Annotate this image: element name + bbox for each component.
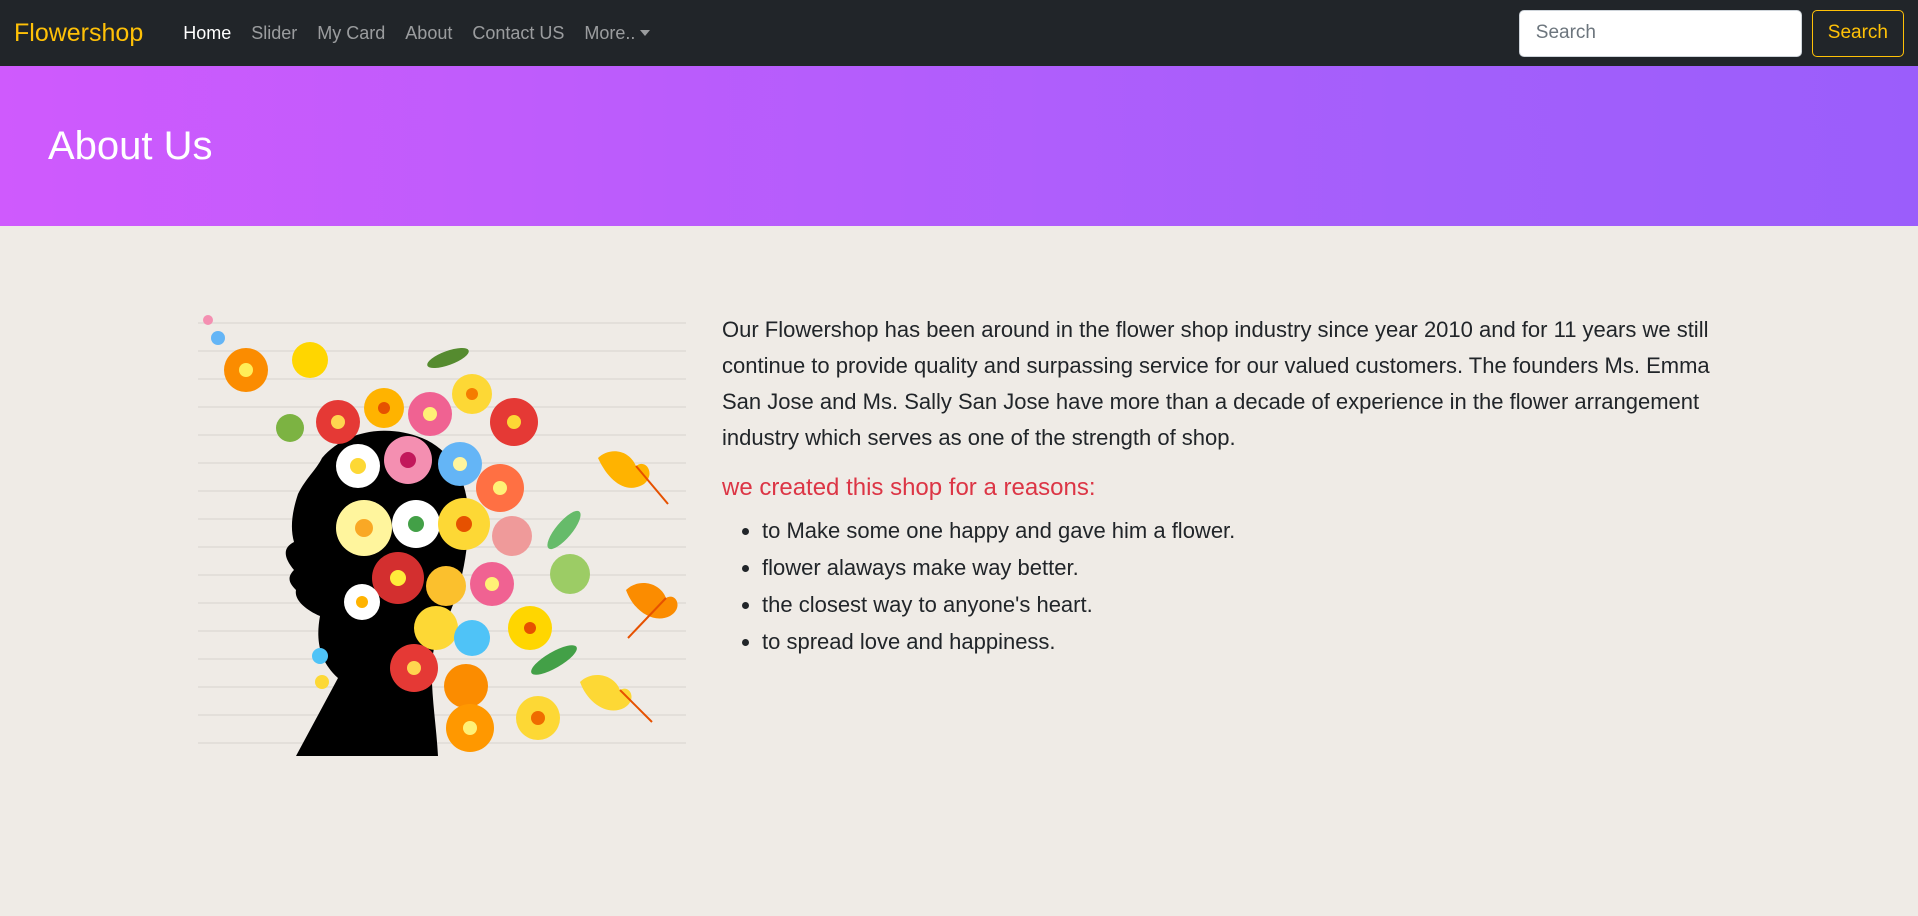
about-section: Our Flowershop has been around in the fl… xyxy=(0,226,1918,770)
search-form: Search xyxy=(1518,9,1904,57)
reasons-list: to Make some one happy and gave him a fl… xyxy=(722,512,1722,660)
hero-banner: About Us xyxy=(0,66,1918,226)
nav-home[interactable]: Home xyxy=(173,23,241,44)
search-input[interactable] xyxy=(1518,9,1802,57)
list-item: to Make some one happy and gave him a fl… xyxy=(762,512,1722,549)
list-item: flower alaways make way better. xyxy=(762,549,1722,586)
nav-contact-us[interactable]: Contact US xyxy=(462,23,574,44)
list-item: the closest way to anyone's heart. xyxy=(762,586,1722,623)
nav-more-dropdown[interactable]: More.. xyxy=(574,23,660,44)
about-text: Our Flowershop has been around in the fl… xyxy=(722,298,1722,770)
reasons-title: we created this shop for a reasons: xyxy=(722,474,1096,501)
about-paragraph: Our Flowershop has been around in the fl… xyxy=(722,317,1710,450)
nav-more-label: More.. xyxy=(584,22,636,43)
about-image xyxy=(198,298,686,770)
nav-links: Home Slider My Card About Contact US Mor… xyxy=(173,23,660,44)
brand-logo[interactable]: Flowershop xyxy=(14,19,143,48)
caret-down-icon xyxy=(640,29,651,36)
nav-slider[interactable]: Slider xyxy=(241,23,307,44)
woman-flower-hair-illustration xyxy=(203,315,678,756)
nav-my-card[interactable]: My Card xyxy=(307,23,395,44)
nav-about[interactable]: About xyxy=(395,23,462,44)
page-title: About Us xyxy=(48,123,213,168)
list-item: to spread love and happiness. xyxy=(762,623,1722,660)
search-button[interactable]: Search xyxy=(1811,9,1904,57)
navbar: Flowershop Home Slider My Card About Con… xyxy=(0,0,1918,66)
